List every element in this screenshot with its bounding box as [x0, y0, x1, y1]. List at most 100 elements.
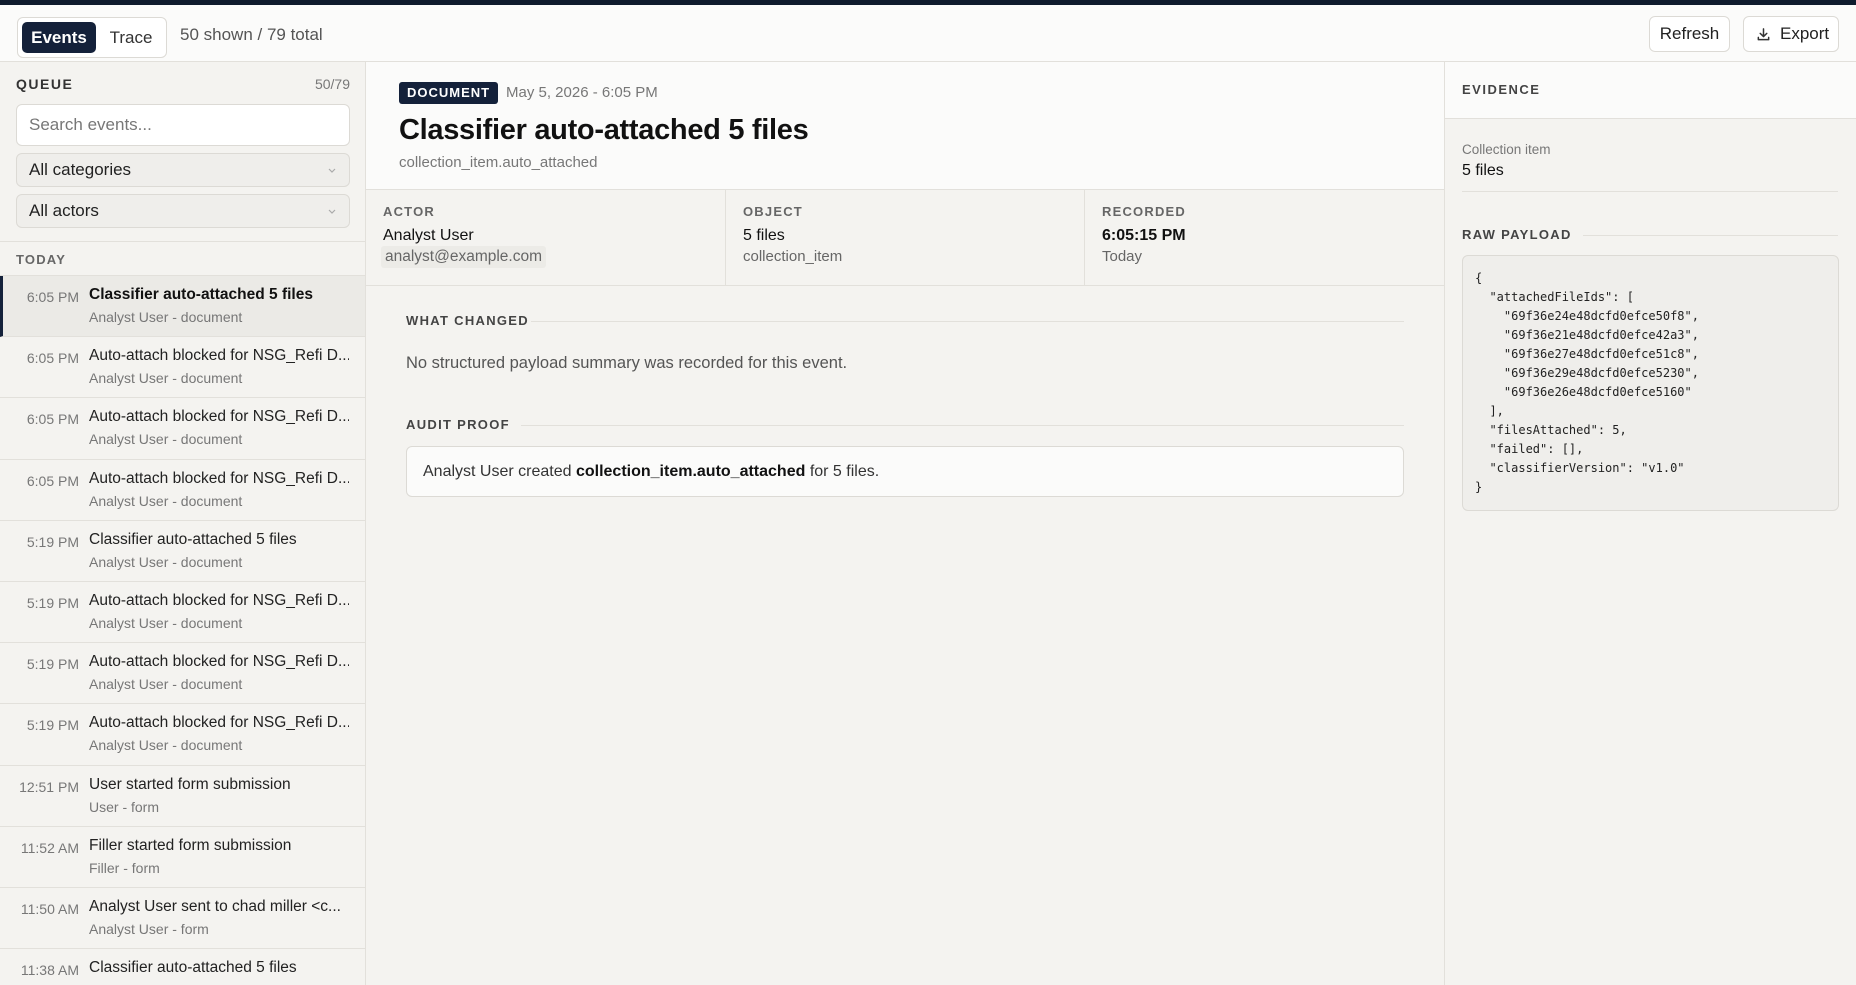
download-icon [1757, 28, 1770, 41]
event-list-item[interactable]: 11:38 AM Classifier auto-attached 5 files… [0, 949, 365, 985]
event-subtitle: Analyst User - document [89, 370, 243, 387]
refresh-button[interactable]: Refresh [1649, 16, 1730, 52]
audit-proof-heading: AUDIT PROOF [406, 417, 510, 432]
export-label: Export [1780, 24, 1830, 43]
event-subtitle: User - form [89, 798, 159, 815]
event-key: collection_item.auto_attached [399, 154, 598, 171]
event-subtitle: Analyst User - document [89, 676, 243, 693]
recorded-day: Today [1102, 248, 1143, 265]
actor-name: Analyst User [383, 227, 474, 244]
audit-proof-prefix: Analyst User created [423, 463, 572, 480]
audit-proof-key: collection_item.auto_attached [575, 463, 806, 480]
event-queue-sidebar: QUEUE 50/79 All categories All actors TO… [0, 62, 366, 985]
event-subtitle: Analyst User - document [89, 309, 243, 325]
event-header: DOCUMENT May 5, 2026 - 6:05 PM Classifie… [366, 62, 1444, 190]
event-time: 6:05 PM [26, 289, 79, 305]
event-subtitle: Analyst User - document [89, 614, 243, 631]
evidence-header: EVIDENCE [1445, 62, 1856, 119]
event-title: Auto-attach blocked for NSG_Refi D... [89, 653, 349, 671]
what-changed-heading: WHAT CHANGED [406, 313, 529, 328]
event-title: User started form submission [89, 775, 291, 793]
event-title: Classifier auto-attached 5 files [89, 286, 313, 303]
event-title: Analyst User sent to chad miller <c... [89, 897, 341, 915]
event-title: Auto-attach blocked for NSG_Refi D... [89, 469, 349, 487]
event-list-item[interactable]: 11:52 AM Filler started form submission Fi… [0, 827, 365, 888]
event-title: Auto-attach blocked for NSG_Refi D... [89, 591, 349, 609]
section-divider [521, 425, 1404, 426]
event-time: 11:38 AM [20, 962, 79, 979]
event-time: 6:05 PM [26, 411, 79, 428]
recorded-time: 6:05:15 PM [1102, 227, 1186, 244]
event-time: 6:05 PM [26, 472, 79, 489]
event-list-item[interactable]: 5:19 PM Auto-attach blocked for NSG_Refi … [0, 704, 365, 766]
event-title: Classifier auto-attached 5 files [89, 959, 297, 977]
chevron-down-icon [328, 209, 336, 214]
event-list-item[interactable]: 6:05 PM Classifier auto-attached 5 files A… [0, 276, 365, 338]
audit-proof-suffix: for 5 files. [809, 463, 880, 480]
top-bar: Events Trace 50 shown / 79 total Refresh… [0, 5, 1856, 62]
event-title: Classifier auto-attached 5 files [89, 530, 297, 548]
event-title: Filler started form submission [89, 836, 292, 854]
export-button[interactable]: Export [1743, 16, 1839, 52]
category-badge: DOCUMENT [399, 82, 499, 104]
event-list-item[interactable]: 12:51 PM User started form submission User… [0, 766, 365, 827]
category-filter-select[interactable]: All categories [16, 153, 350, 187]
event-list-item[interactable]: 5:19 PM Classifier auto-attached 5 files A… [0, 521, 365, 582]
raw-payload-code: { "attachedFileIds": [ "69f36e24e48dcfd0… [1462, 255, 1839, 511]
queue-header: QUEUE 50/79 [16, 76, 350, 96]
queue-count: 50/79 [314, 76, 350, 92]
event-title: Auto-attach blocked for NSG_Refi D... [89, 347, 349, 365]
section-divider [1583, 235, 1838, 236]
event-date: May 5, 2026 - 6:05 PM [506, 84, 658, 101]
recorded-label: RECORDED [1102, 204, 1186, 219]
recorded-cell: RECORDED 6:05:15 PM Today [1084, 190, 1443, 285]
event-list-item[interactable]: 6:05 PM Auto-attach blocked for NSG_Refi … [0, 460, 365, 521]
event-time: 5:19 PM [26, 717, 79, 734]
section-divider [531, 321, 1404, 322]
tab-trace[interactable]: Trace [100, 22, 162, 53]
event-subtitle: Analyst User - document [89, 737, 243, 754]
chevron-down-icon [328, 168, 336, 173]
event-subtitle: Filler - form [89, 859, 160, 876]
event-detail: DOCUMENT May 5, 2026 - 6:05 PM Classifie… [366, 62, 1444, 985]
event-list-item[interactable]: 6:05 PM Auto-attach blocked for NSG_Refi … [0, 337, 365, 399]
object-cell: OBJECT 5 files collection_item [725, 190, 1084, 285]
object-type: collection_item [743, 248, 843, 265]
event-subtitle: Analyst User - document [89, 492, 243, 509]
event-list-item[interactable]: 5:19 PM Auto-attach blocked for NSG_Refi … [0, 643, 365, 705]
event-list-item[interactable]: 5:19 PM Auto-attach blocked for NSG_Refi … [0, 582, 365, 644]
event-subtitle: Analyst User - document [89, 431, 243, 448]
actor-label: ACTOR [383, 204, 435, 219]
event-list-item[interactable]: 6:05 PM Auto-attach blocked for NSG_Refi … [0, 398, 365, 460]
evidence-divider [1462, 191, 1838, 192]
actor-filter-value: All actors [29, 201, 99, 220]
event-title: Auto-attach blocked for NSG_Refi D... [89, 408, 349, 426]
search-input[interactable] [16, 104, 350, 146]
view-toggle: Events Trace [17, 17, 167, 58]
object-value: 5 files [743, 227, 785, 244]
what-changed-message: No structured payload summary was record… [406, 354, 848, 372]
evidence-panel: EVIDENCE Collection item 5 files RAW PAY… [1444, 62, 1856, 985]
event-time: 12:51 PM [19, 778, 79, 795]
event-title: Classifier auto-attached 5 files [399, 114, 809, 146]
sidebar-divider [0, 241, 365, 242]
event-subtitle: Analyst User - form [89, 920, 209, 937]
raw-payload-heading: RAW PAYLOAD [1462, 227, 1572, 242]
event-list-item[interactable]: 11:50 AM Analyst User sent to chad miller… [0, 888, 365, 950]
event-time: 6:05 PM [26, 350, 79, 367]
actor-email: analyst@example.com [381, 246, 547, 268]
event-time: 5:19 PM [26, 533, 79, 550]
actor-filter-select[interactable]: All actors [16, 194, 350, 228]
collection-item-value: 5 files [1462, 162, 1504, 179]
category-filter-value: All categories [29, 160, 132, 179]
actor-cell: ACTOR Analyst User analyst@example.com [366, 190, 725, 285]
event-subtitle: Analyst User - document [89, 553, 243, 570]
object-label: OBJECT [743, 204, 803, 219]
event-meta-row: ACTOR Analyst User analyst@example.com O… [366, 190, 1444, 286]
event-count-label: 50 shown / 79 total [180, 25, 323, 44]
event-time: 11:50 AM [20, 900, 79, 917]
group-label-today: TODAY [16, 252, 67, 267]
queue-label: QUEUE [16, 76, 74, 92]
tab-events[interactable]: Events [22, 22, 96, 53]
collection-item-label: Collection item [1462, 142, 1551, 157]
